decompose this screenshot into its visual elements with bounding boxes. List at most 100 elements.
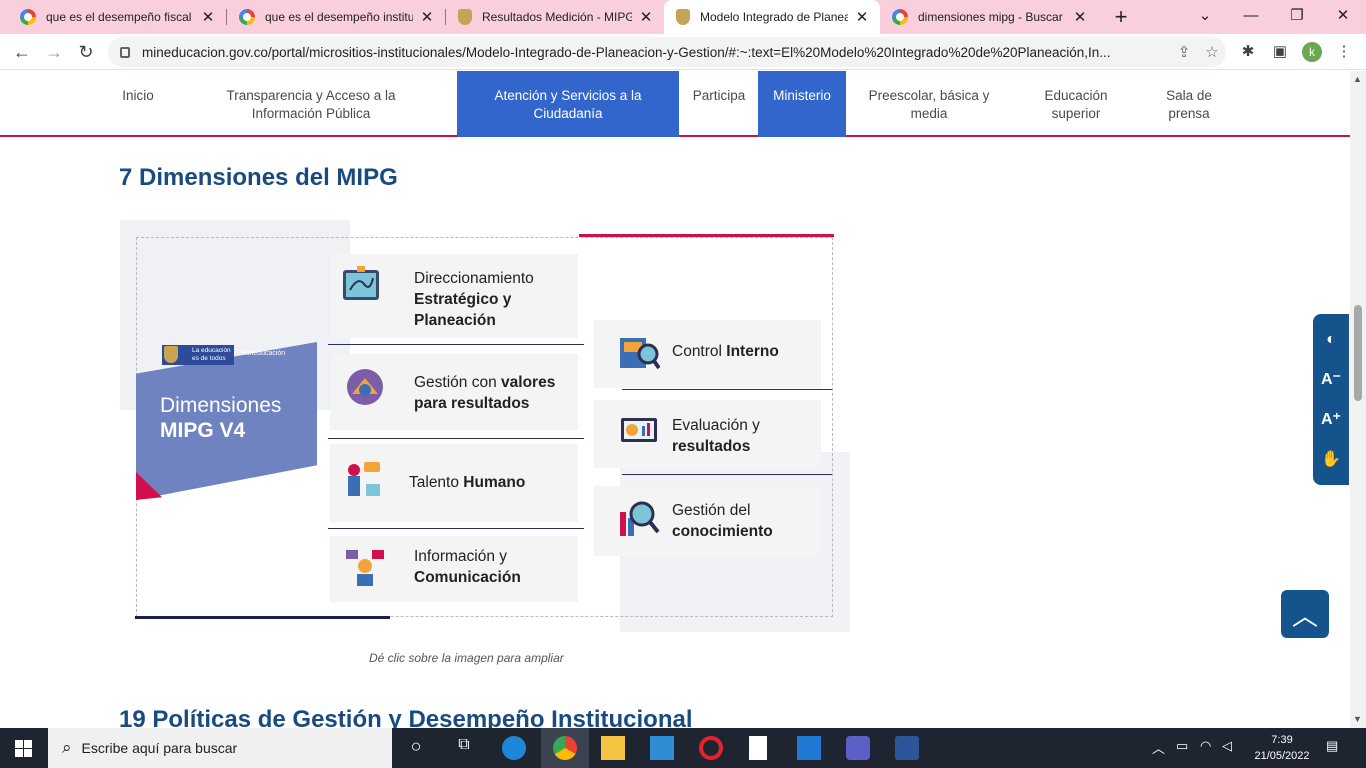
close-tab-icon[interactable]: ✕: [1072, 8, 1088, 26]
side-panel-icon[interactable]: ▣: [1270, 42, 1290, 62]
browser-tab-strip: que es el desempeño fiscal d ✕ que es el…: [0, 0, 1366, 34]
extensions-puzzle-icon[interactable]: ✱: [1238, 42, 1258, 62]
url-text: mineducacion.gov.co/portal/micrositios-i…: [142, 44, 1111, 60]
dimension-card: Gestión del conocimiento: [594, 486, 821, 556]
divider: [328, 438, 584, 439]
cortana-icon[interactable]: ○: [404, 736, 428, 760]
increase-font-icon[interactable]: A⁺: [1319, 408, 1343, 432]
opera-icon[interactable]: [699, 736, 723, 760]
logo-subtitle: Mineducación: [242, 350, 286, 357]
word-icon[interactable]: [895, 736, 919, 760]
back-arrow-icon[interactable]: ←: [10, 40, 34, 64]
clock-time: 7:39: [1271, 734, 1293, 746]
analytics-screen-icon: [621, 418, 657, 442]
windows-taskbar: ⌕ Escribe aquí para buscar ○ ⧉ ︿ ▭ ◠ ◁ 7…: [0, 728, 1366, 768]
bookmark-star-icon[interactable]: ☆: [1198, 43, 1226, 61]
crest-icon: [676, 9, 690, 25]
close-window-icon[interactable]: ✕: [1320, 0, 1366, 34]
strategy-board-icon: [343, 266, 379, 300]
close-tab-icon[interactable]: ✕: [854, 8, 870, 26]
nav-item-sala-prensa[interactable]: Sala de prensa: [1150, 71, 1228, 137]
mipg-dimensions-figure[interactable]: La educación es de todos Mineducación Di…: [120, 220, 850, 632]
taskbar-clock[interactable]: 7:39 21/05/2022: [1250, 732, 1314, 764]
dimension-card: Evaluación y resultados: [594, 400, 821, 468]
nav-item-atencion[interactable]: Atención y Servicios a la Ciudadanía: [457, 71, 679, 137]
task-view-icon[interactable]: ⧉: [452, 736, 476, 760]
volume-mute-icon[interactable]: ◁: [1222, 738, 1232, 754]
close-tab-icon[interactable]: ✕: [419, 8, 435, 26]
wifi-icon[interactable]: ◠: [1200, 738, 1211, 754]
windows-start-icon[interactable]: [15, 740, 32, 757]
dimension-card: Control Interno: [594, 320, 821, 388]
mail-icon[interactable]: [797, 736, 821, 760]
share-icon[interactable]: ⇪: [1170, 43, 1198, 61]
decrease-font-icon[interactable]: A⁻: [1319, 368, 1343, 392]
browser-tab[interactable]: Resultados Medición - MIPG ✕: [446, 0, 664, 34]
google-icon: [20, 9, 36, 25]
edge-icon[interactable]: [502, 736, 526, 760]
lock-icon: [120, 46, 130, 58]
tray-chevron-icon[interactable]: ︿: [1152, 738, 1165, 757]
address-bar[interactable]: mineducacion.gov.co/portal/micrositios-i…: [108, 37, 1226, 67]
accent-line: [135, 616, 390, 619]
browser-tab[interactable]: que es el desempeño fiscal d ✕: [8, 0, 226, 34]
nav-item-transparencia[interactable]: Transparencia y Acceso a la Información …: [206, 71, 416, 137]
scroll-up-arrow-icon[interactable]: ▲: [1353, 74, 1362, 84]
dimension-label: Evaluación y resultados: [672, 417, 760, 455]
banner-title: Dimensiones: [160, 394, 282, 417]
nav-item-participa[interactable]: Participa: [683, 71, 755, 137]
teams-icon[interactable]: [846, 736, 870, 760]
tab-search-chevron-icon[interactable]: ⌄: [1182, 0, 1228, 34]
nav-item-inicio[interactable]: Inicio: [112, 71, 164, 137]
nav-item-ministerio[interactable]: Ministerio: [758, 71, 846, 137]
dimension-card: Talento Humano: [330, 444, 578, 522]
browser-tab-active[interactable]: Modelo Integrado de Planea ✕: [664, 0, 880, 34]
taskbar-active-app[interactable]: [541, 728, 589, 768]
dimension-label: Control Interno: [672, 343, 779, 360]
maximize-icon[interactable]: ❐: [1274, 0, 1320, 34]
dimension-label: Gestión con valores para resultados: [414, 374, 556, 412]
google-icon: [892, 9, 908, 25]
divider: [328, 528, 584, 529]
profile-avatar[interactable]: k: [1302, 42, 1322, 62]
figure-caption: Dé clic sobre la imagen para ampliar: [369, 651, 564, 665]
dimension-label: Gestión del conocimiento: [672, 502, 773, 540]
site-main-nav: Inicio Transparencia y Acceso a la Infor…: [0, 71, 1350, 137]
dimension-label: Talento Humano: [409, 474, 526, 491]
close-tab-icon[interactable]: ✕: [200, 8, 216, 26]
accent-line: [579, 234, 834, 237]
dimension-card: Información y Comunicación: [330, 536, 578, 602]
reload-icon[interactable]: ↻: [74, 40, 98, 64]
new-tab-plus-icon[interactable]: +: [1108, 4, 1134, 30]
store-icon[interactable]: [650, 736, 674, 760]
hands-together-icon: [347, 369, 383, 405]
tab-title: dimensiones mipg - Buscar c: [918, 10, 1066, 24]
people-chat-icon: [348, 462, 380, 496]
scroll-down-arrow-icon[interactable]: ▼: [1353, 714, 1362, 724]
contrast-icon[interactable]: ◐: [1319, 328, 1343, 352]
crest-icon: [458, 9, 472, 25]
sign-language-icon[interactable]: ✋: [1319, 448, 1343, 472]
nav-item-educacion-superior[interactable]: Educación superior: [1030, 71, 1122, 137]
chrome-icon: [553, 736, 577, 760]
scroll-to-top-button[interactable]: ︿: [1281, 590, 1329, 638]
nav-item-preescolar[interactable]: Preescolar, básica y media: [858, 71, 1000, 137]
minimize-icon[interactable]: —: [1228, 0, 1274, 34]
dimension-card: Gestión con valores para resultados: [330, 354, 578, 430]
browser-tab[interactable]: dimensiones mipg - Buscar c ✕: [880, 0, 1098, 34]
scrollbar-thumb[interactable]: [1354, 305, 1362, 401]
notifications-icon[interactable]: ▤: [1326, 738, 1338, 754]
forward-arrow-icon[interactable]: →: [42, 40, 66, 64]
page-scrollbar[interactable]: ▲ ▼: [1350, 71, 1366, 728]
taskbar-search-box[interactable]: ⌕ Escribe aquí para buscar: [48, 728, 392, 768]
divider: [622, 389, 832, 390]
google-icon: [239, 9, 255, 25]
browser-tab[interactable]: que es el desempeño instituc ✕: [227, 0, 445, 34]
document-icon[interactable]: [749, 736, 767, 760]
battery-icon[interactable]: ▭: [1176, 738, 1188, 754]
search-placeholder: Escribe aquí para buscar: [81, 740, 238, 756]
close-tab-icon[interactable]: ✕: [638, 8, 654, 26]
menu-kebab-icon[interactable]: ⋮: [1334, 42, 1354, 62]
tab-title: Resultados Medición - MIPG: [482, 10, 632, 24]
file-explorer-icon[interactable]: [601, 736, 625, 760]
